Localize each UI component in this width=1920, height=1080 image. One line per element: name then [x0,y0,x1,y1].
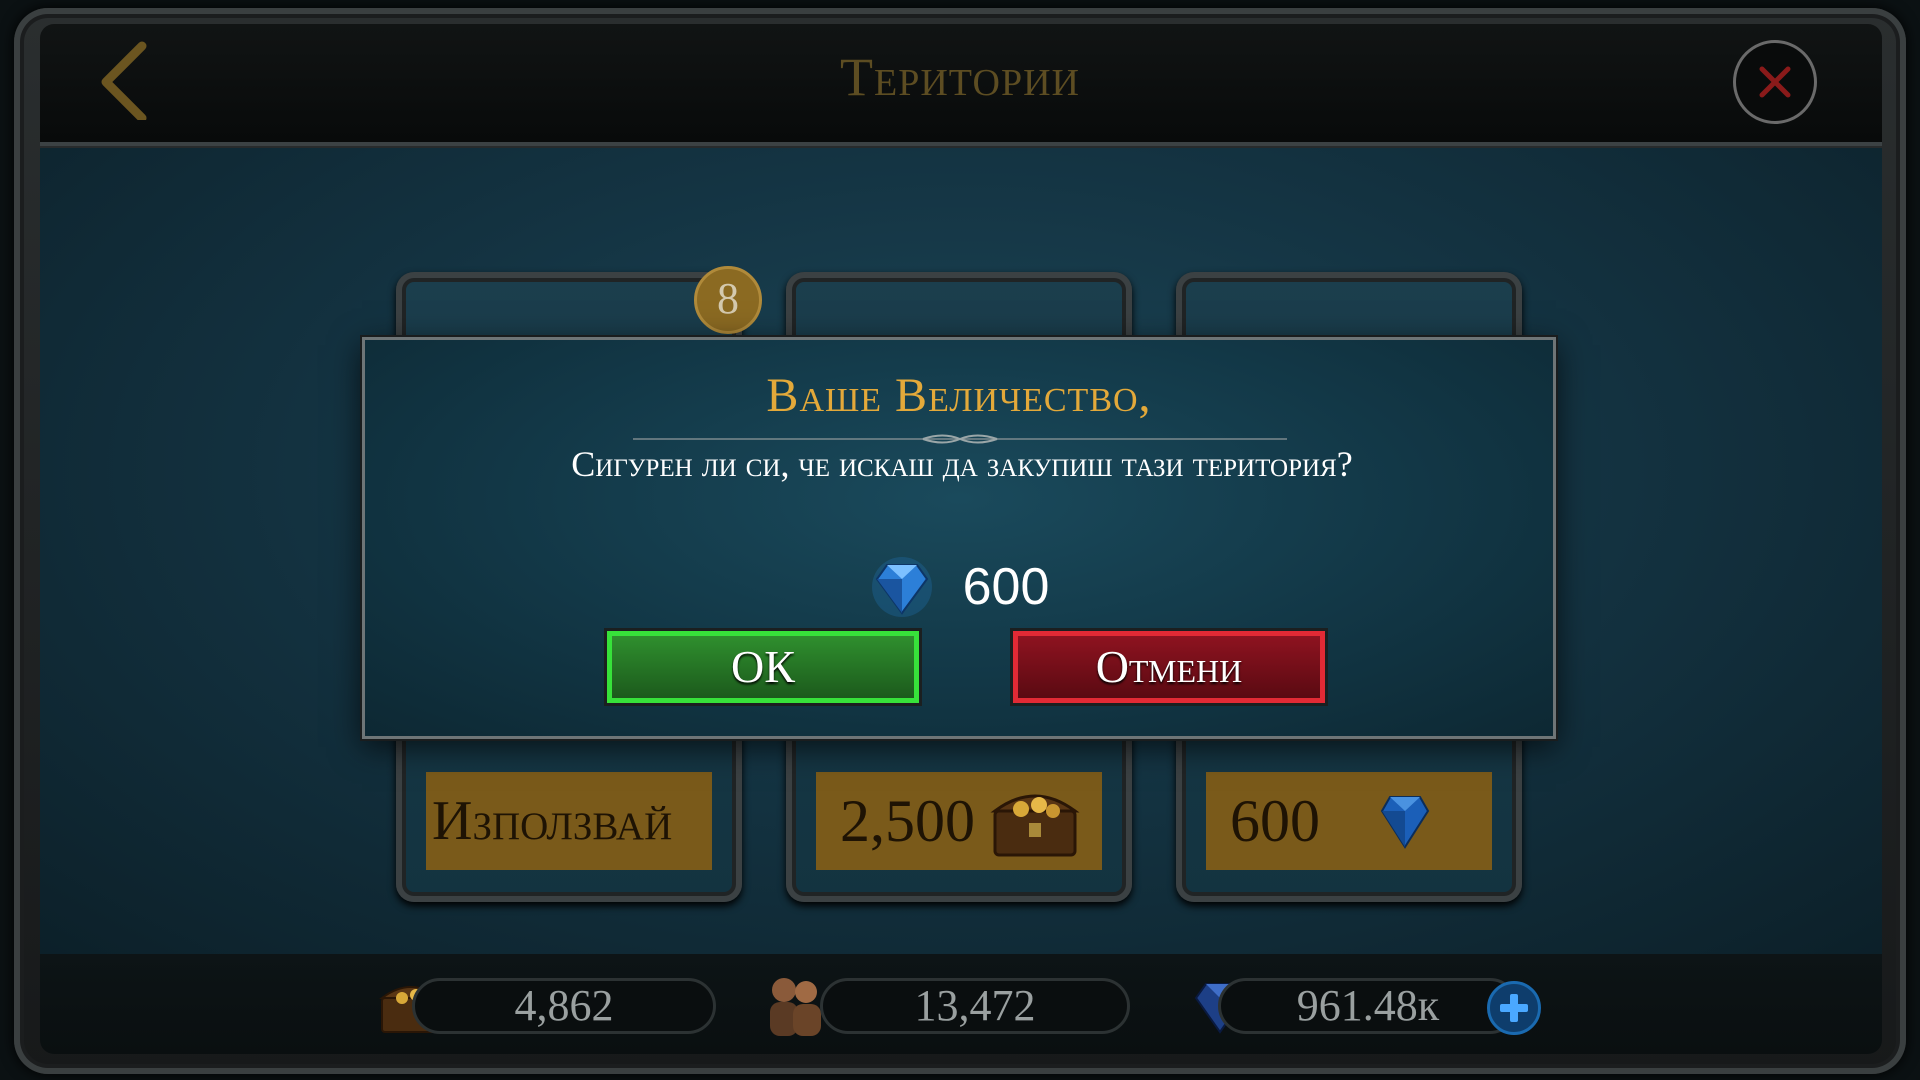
cost-value: 600 [962,558,1050,616]
plus-icon [1500,994,1528,1022]
gem-icon [1380,796,1430,849]
gold-price-button[interactable]: 2,500 [816,772,1102,870]
gem-icon [871,557,932,617]
close-icon [1759,66,1791,98]
gem-price-label: 600 [1230,787,1320,854]
ok-button[interactable]: ОК [607,631,919,703]
use-button[interactable]: Използвай [426,772,712,870]
add-gems-button[interactable] [1487,981,1541,1035]
page-title: Територии [840,47,1080,107]
gems-amount: 961.48к [1218,978,1518,1034]
dialog-title: Ваше Величество, [766,369,1152,422]
cancel-button[interactable]: Отмени [1013,631,1325,703]
gem-price-button[interactable]: 600 [1206,772,1492,870]
gold-amount: 4,862 [412,978,716,1034]
population-amount: 13,472 [820,978,1130,1034]
count-badge: 8 [694,266,762,334]
confirm-dialog: Ваше Величество, Сигурен ли си, че искаш… [362,337,1556,739]
dialog-message: Сигурен ли си, че искаш да закупиш тази … [571,444,1353,484]
cost-row: 600 [365,552,1553,622]
close-button[interactable] [1733,40,1817,124]
gold-price-label: 2,500 [840,787,975,854]
treasure-chest-icon [990,794,1080,857]
